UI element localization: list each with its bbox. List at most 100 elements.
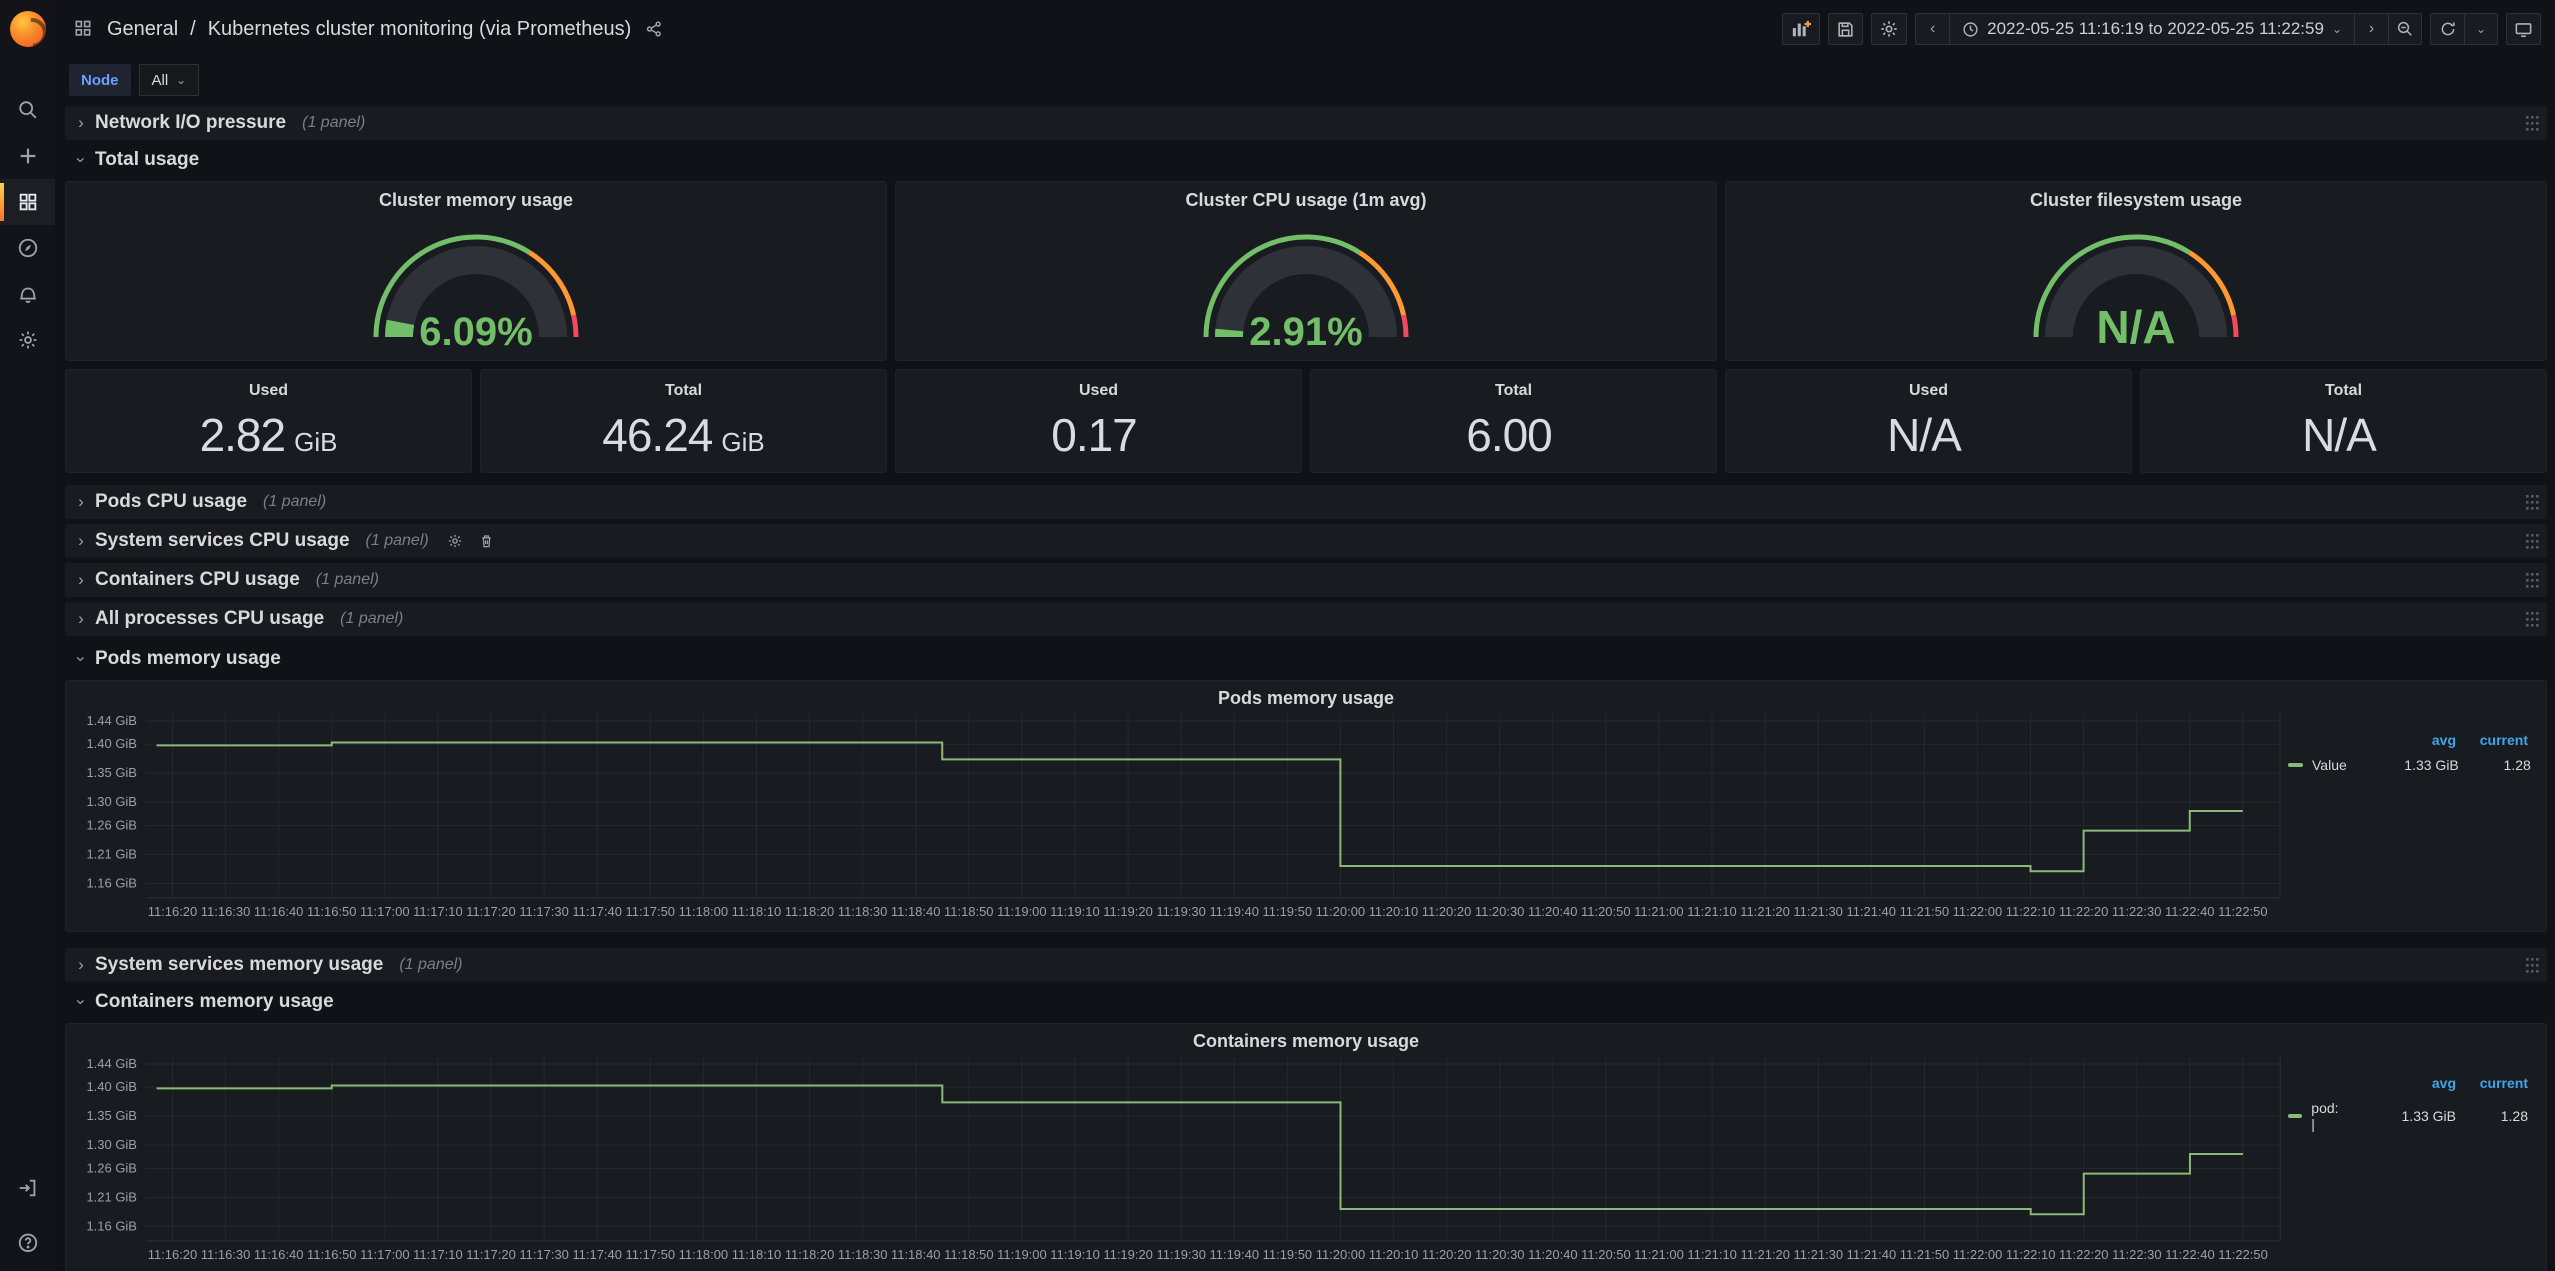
time-range-picker[interactable]: 2022-05-25 11:16:19 to 2022-05-25 11:22:…	[1949, 13, 2354, 45]
chevron-right-icon: ›	[73, 531, 89, 551]
svg-text:11:18:30: 11:18:30	[838, 1247, 888, 1262]
svg-text:1.44 GiB: 1.44 GiB	[86, 1056, 136, 1071]
svg-text:1.16 GiB: 1.16 GiB	[86, 1218, 136, 1233]
row-drag-handle[interactable]	[2526, 573, 2539, 588]
breadcrumb: General / Kubernetes cluster monitoring …	[69, 18, 667, 41]
svg-text:11:21:50: 11:21:50	[1900, 904, 1950, 919]
svg-text:11:18:10: 11:18:10	[732, 904, 782, 919]
series-name[interactable]: pod: |	[2311, 1100, 2344, 1132]
cluster-cpu-gauge: 2.91%	[1178, 211, 1434, 351]
add-panel-button[interactable]	[1782, 13, 1820, 45]
row-delete-trash-icon[interactable]	[479, 533, 494, 549]
pods-memory-chart[interactable]: 11:16:2011:16:3011:16:4011:16:5011:17:00…	[74, 708, 2288, 926]
row-containers-cpu-usage[interactable]: › Containers CPU usage (1 panel)	[65, 563, 2547, 597]
svg-text:11:19:10: 11:19:10	[1050, 904, 1100, 919]
row-system-services-memory-usage[interactable]: › System services memory usage (1 panel)	[65, 948, 2547, 982]
clock-icon	[1962, 21, 1979, 38]
panel-cluster-memory-usage[interactable]: Cluster memory usage 6.09%	[65, 181, 887, 361]
legend-series-row[interactable]: Value 1.33 GiB 1.28	[2288, 757, 2538, 773]
cluster-memory-gauge: 6.09%	[348, 211, 604, 351]
variable-value: All	[152, 72, 169, 89]
save-dashboard-button[interactable]	[1828, 13, 1863, 45]
svg-text:11:18:50: 11:18:50	[944, 1247, 994, 1262]
search-icon[interactable]	[0, 87, 55, 133]
stat-value: 46.24	[602, 408, 712, 462]
chart-legend: avg current Value 1.33 GiB 1.28	[2288, 708, 2538, 926]
row-drag-handle[interactable]	[2526, 612, 2539, 627]
svg-text:1.30 GiB: 1.30 GiB	[86, 1137, 136, 1152]
svg-text:11:16:30: 11:16:30	[201, 904, 251, 919]
legend-col-current[interactable]: current	[2464, 732, 2528, 748]
breadcrumb-folder[interactable]: General	[107, 18, 178, 41]
variable-label-node[interactable]: Node	[69, 64, 131, 96]
series-name[interactable]: Value	[2312, 757, 2347, 773]
legend-series-row[interactable]: pod: | 1.33 GiB 1.28	[2288, 1100, 2538, 1132]
svg-text:11:20:00: 11:20:00	[1316, 904, 1366, 919]
row-drag-handle[interactable]	[2526, 495, 2539, 510]
panel-memory-used[interactable]: Used 2.82GiB	[65, 369, 472, 473]
svg-text:11:18:00: 11:18:00	[679, 904, 729, 919]
panel-pods-memory-usage[interactable]: Pods memory usage 11:16:2011:16:3011:16:…	[65, 680, 2547, 932]
panel-filesystem-used[interactable]: Used N/A	[1725, 369, 2132, 473]
svg-text:1.30 GiB: 1.30 GiB	[86, 794, 136, 809]
svg-text:11:20:50: 11:20:50	[1581, 904, 1631, 919]
cycle-view-mode-button[interactable]	[2506, 13, 2541, 45]
add-icon[interactable]	[0, 133, 55, 179]
panel-cluster-cpu-usage[interactable]: Cluster CPU usage (1m avg) 2.91%	[895, 181, 1717, 361]
alerting-bell-icon[interactable]	[0, 271, 55, 317]
zoom-out-button[interactable]	[2388, 13, 2422, 45]
explore-compass-icon[interactable]	[0, 225, 55, 271]
panel-cpu-total[interactable]: Total 6.00	[1310, 369, 1717, 473]
containers-memory-chart[interactable]: 11:16:2011:16:3011:16:4011:16:5011:17:00…	[74, 1051, 2288, 1269]
panel-containers-memory-usage[interactable]: Containers memory usage 11:16:2011:16:30…	[65, 1023, 2547, 1271]
svg-text:1.35 GiB: 1.35 GiB	[86, 765, 136, 780]
svg-text:11:21:00: 11:21:00	[1634, 1247, 1684, 1262]
row-network-io-pressure[interactable]: › Network I/O pressure (1 panel)	[65, 106, 2547, 140]
row-system-services-cpu-usage[interactable]: › System services CPU usage (1 panel)	[65, 524, 2547, 558]
refresh-interval-dropdown[interactable]: ⌄	[2464, 13, 2498, 45]
stat-value: N/A	[1887, 408, 1961, 462]
legend-col-current[interactable]: current	[2464, 1075, 2528, 1091]
legend-col-avg[interactable]: avg	[2352, 1075, 2456, 1091]
svg-text:11:19:20: 11:19:20	[1103, 1247, 1153, 1262]
series-color-swatch	[2288, 1114, 2302, 1118]
configuration-gear-icon[interactable]	[0, 317, 55, 363]
panel-cluster-filesystem-usage[interactable]: Cluster filesystem usage N/A	[1725, 181, 2547, 361]
row-total-usage[interactable]: › Total usage	[65, 145, 2547, 175]
svg-text:11:17:40: 11:17:40	[572, 904, 622, 919]
panel-cpu-used[interactable]: Used 0.17	[895, 369, 1302, 473]
time-range-forward-button[interactable]: ›	[2354, 13, 2388, 45]
grafana-logo[interactable]	[10, 11, 46, 47]
panel-memory-total[interactable]: Total 46.24GiB	[480, 369, 887, 473]
svg-text:11:17:10: 11:17:10	[413, 1247, 463, 1262]
row-drag-handle[interactable]	[2526, 534, 2539, 549]
panel-filesystem-total[interactable]: Total N/A	[2140, 369, 2547, 473]
dashboards-icon[interactable]	[0, 179, 55, 225]
series-avg: 1.33 GiB	[2352, 1108, 2456, 1124]
row-pods-memory-usage[interactable]: › Pods memory usage	[65, 644, 2547, 674]
share-icon[interactable]	[641, 20, 667, 38]
row-settings-gear-icon[interactable]	[447, 533, 463, 549]
row-drag-handle[interactable]	[2526, 116, 2539, 131]
chevron-right-icon: ›	[73, 570, 89, 590]
row-containers-memory-usage[interactable]: › Containers memory usage	[65, 987, 2547, 1017]
svg-text:11:19:40: 11:19:40	[1209, 904, 1259, 919]
svg-text:11:22:30: 11:22:30	[2112, 1247, 2162, 1262]
svg-text:11:19:20: 11:19:20	[1103, 904, 1153, 919]
help-icon[interactable]	[0, 1211, 55, 1271]
legend-col-avg[interactable]: avg	[2352, 732, 2456, 748]
row-pods-cpu-usage[interactable]: › Pods CPU usage (1 panel)	[65, 485, 2547, 519]
dashboard-settings-button[interactable]	[1871, 13, 1907, 45]
svg-text:11:21:10: 11:21:10	[1687, 904, 1737, 919]
variable-value-dropdown[interactable]: All ⌄	[139, 64, 200, 96]
series-color-swatch	[2288, 763, 2303, 767]
dashboard-title[interactable]: Kubernetes cluster monitoring (via Prome…	[208, 18, 632, 41]
row-all-processes-cpu-usage[interactable]: › All processes CPU usage (1 panel)	[65, 602, 2547, 636]
svg-text:11:20:40: 11:20:40	[1528, 1247, 1578, 1262]
sign-in-icon[interactable]	[0, 1165, 55, 1211]
time-range-back-button[interactable]: ‹	[1915, 13, 1949, 45]
refresh-controls: ⌄	[2430, 13, 2498, 45]
svg-text:11:18:20: 11:18:20	[785, 904, 835, 919]
refresh-button[interactable]	[2430, 13, 2464, 45]
row-drag-handle[interactable]	[2526, 958, 2539, 973]
